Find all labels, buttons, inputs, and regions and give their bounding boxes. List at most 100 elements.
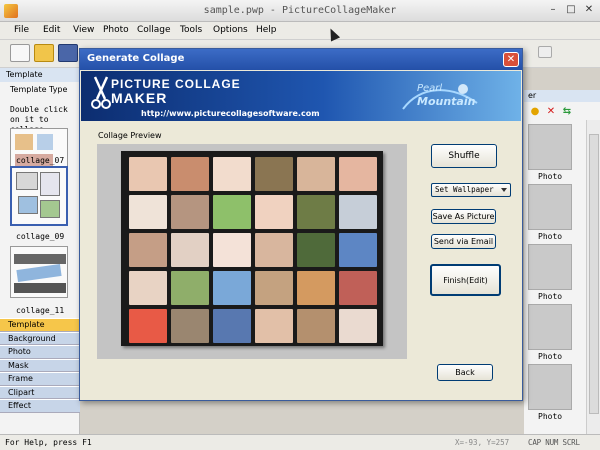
menu-collage[interactable]: Collage [137,25,171,35]
template-label-collage-09: collage_09 [16,232,65,241]
collage-photo [213,271,251,305]
menu-help[interactable]: Help [256,25,277,35]
collage-photo [255,309,293,343]
status-bar: For Help, press F1 X=-93, Y=257 CAP NUM … [0,434,600,450]
new-icon[interactable] [10,44,30,62]
collage-photo [297,271,335,305]
collage-photo [171,157,209,191]
collage-photo [339,233,377,267]
refresh-icon[interactable]: ⇆ [562,107,572,117]
scissors-logo-icon [91,76,111,109]
shuffle-button[interactable]: Shuffle [431,144,497,168]
photo-label: Photo [538,172,563,181]
save-icon[interactable] [58,44,78,62]
photo-label: Photo [538,232,563,241]
minimize-button[interactable]: – [545,3,561,18]
status-key-indicators: CAP NUM SCRL [528,438,580,447]
menu-edit[interactable]: Edit [43,25,60,35]
collage-photo [339,157,377,191]
collage-preview-image [121,151,383,346]
menu-bar: File Edit View Photo Collage Tools Optio… [0,22,600,40]
collage-photo [255,271,293,305]
collage-photo [129,195,167,229]
photo-thumb[interactable] [528,124,572,170]
status-help-text: For Help, press F1 [5,438,92,447]
right-panel-title: er [524,90,600,102]
collage-photo [129,157,167,191]
dialog-title: Generate Collage [87,53,185,64]
menu-view[interactable]: View [73,25,94,35]
tab-photo[interactable]: Photo [0,345,80,359]
collage-photo [339,271,377,305]
window-title-bar: sample.pwp - PictureCollageMaker – □ ✕ [0,0,600,22]
collage-photo [171,271,209,305]
collage-photo [213,233,251,267]
template-type-label[interactable]: Template Type [10,85,67,94]
chevron-down-icon [501,188,507,192]
set-wallpaper-select[interactable]: Set Wallpaper [431,183,511,197]
logo-text-line-1: PICTURE COLLAGE [111,77,241,91]
photo-label: Photo [538,292,563,301]
menu-photo[interactable]: Photo [103,25,129,35]
collage-photo [297,233,335,267]
collage-photo [171,195,209,229]
collage-photo [255,157,293,191]
collage-preview-label: Collage Preview [98,131,162,140]
collage-photo [255,233,293,267]
photo-thumb[interactable] [528,244,572,290]
photo-label: Photo [538,352,563,361]
maximize-button[interactable]: □ [563,3,579,18]
status-coordinates: X=-93, Y=257 [455,438,510,447]
photo-thumb[interactable] [528,364,572,410]
collage-photo [255,195,293,229]
template-thumb-collage-09[interactable] [10,166,68,226]
finish-edit-button[interactable]: Finish(Edit) [430,264,501,296]
tab-background[interactable]: Background [0,331,80,345]
close-button[interactable]: ✕ [581,3,597,18]
delete-icon[interactable]: ✕ [546,107,556,117]
collage-photo [171,309,209,343]
open-folder-icon[interactable] [34,44,54,62]
collage-photo [297,309,335,343]
photo-thumb[interactable] [528,184,572,230]
tab-clipart[interactable]: Clipart [0,385,80,399]
brand-text-line-1: Pearl [417,83,443,94]
template-thumb-collage-11[interactable] [10,246,68,298]
back-button[interactable]: Back [437,364,493,381]
save-as-picture-button[interactable]: Save As Picture [431,209,496,224]
menu-file[interactable]: File [14,25,29,35]
tab-mask[interactable]: Mask [0,358,80,372]
right-panel-scrollbar[interactable] [586,120,600,434]
collage-photo [339,309,377,343]
panel-nav-tabs: Template Background Photo Mask Frame Cli… [0,318,80,413]
logo-text-line-2: MAKER [111,90,168,106]
right-photo-panel: er ● ✕ ⇆ Photo Photo Photo Photo Photo [524,90,600,434]
left-panel: Template Template Type Double click on i… [0,68,80,434]
template-label-collage-07: collage_07 [16,156,65,165]
dialog-title-bar: Generate Collage ✕ [80,49,522,70]
generate-collage-dialog: Generate Collage ✕ PICTURE COLLAGE MAKER… [79,48,523,401]
brand-text-line-2: Mountain [417,95,476,108]
tab-template[interactable]: Template [0,318,80,332]
collage-photo [213,195,251,229]
add-photo-icon[interactable]: ● [530,107,540,117]
send-via-email-button[interactable]: Send via Email [431,234,496,249]
scrollbar-thumb[interactable] [589,134,599,414]
collage-photo [213,309,251,343]
collage-photo [171,233,209,267]
template-label-collage-11: collage_11 [16,306,65,315]
collage-photo [297,157,335,191]
menu-options[interactable]: Options [213,25,248,35]
photo-thumb[interactable] [528,304,572,350]
collage-photo [129,309,167,343]
dialog-close-button[interactable]: ✕ [503,52,519,67]
website-url: http://www.picturecollagesoftware.com [141,109,320,118]
collage-photo [339,195,377,229]
collage-photo [297,195,335,229]
tab-frame[interactable]: Frame [0,372,80,386]
toolbar-dropdown-icon[interactable] [538,46,552,58]
menu-tools[interactable]: Tools [180,25,202,35]
collage-photo [129,271,167,305]
set-wallpaper-label: Set Wallpaper [435,185,494,194]
tab-effect[interactable]: Effect [0,399,80,413]
